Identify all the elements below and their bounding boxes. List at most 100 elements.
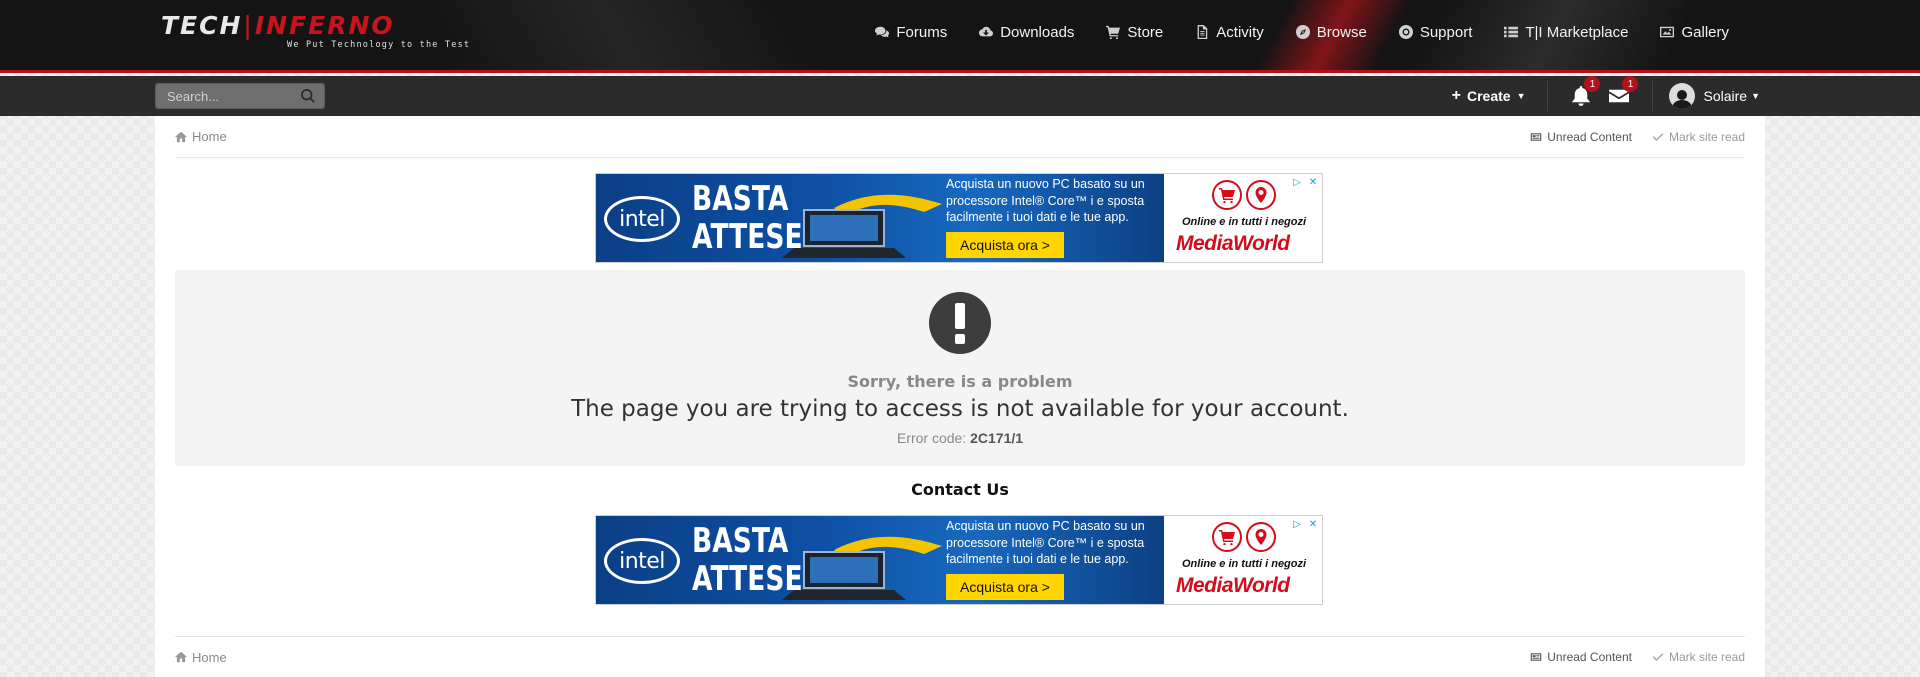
location-pin-icon	[1246, 180, 1276, 210]
logo-inferno: INFERNO	[254, 11, 395, 40]
nav-support[interactable]: Support	[1383, 0, 1489, 64]
cloud-download-icon	[979, 26, 994, 37]
nav-label: Downloads	[1000, 23, 1075, 41]
breadcrumb-actions: Unread Content Mark site read	[1530, 130, 1745, 144]
unread-content-label: Unread Content	[1547, 650, 1632, 664]
ad-store-brand: MediaWorld	[1176, 232, 1290, 255]
messages-badge: 1	[1622, 76, 1639, 92]
username: Solaire	[1703, 88, 1748, 104]
chevron-down-icon: ▼	[1516, 91, 1526, 101]
unread-content-link[interactable]: Unread Content	[1530, 130, 1632, 144]
adchoices-icon[interactable]: ▷	[1290, 175, 1304, 189]
list-icon	[1504, 26, 1519, 38]
ad-intel-logo: intel	[604, 538, 680, 584]
site-logo[interactable]: TECH|INFERNO We Put Technology to the Te…	[161, 10, 481, 54]
image-icon	[1660, 26, 1675, 38]
search-input[interactable]	[156, 84, 296, 108]
ad-store-icons	[1212, 180, 1276, 210]
newspaper-icon	[1530, 653, 1542, 661]
logo-wordmark: TECH|INFERNO	[161, 12, 395, 40]
nav-label: Forums	[896, 23, 948, 41]
ad-laptop-image	[782, 536, 942, 600]
contact-us-link[interactable]: Contact Us	[155, 480, 1765, 499]
ad-body-text: Acquista un nuovo PC basato su un proces…	[946, 177, 1145, 224]
checkmark-icon	[1652, 653, 1664, 662]
logo-tagline: We Put Technology to the Test	[287, 40, 471, 50]
nav-forums[interactable]: Forums	[859, 0, 963, 64]
messages-button[interactable]: 1	[1600, 76, 1639, 111]
nav-label: Support	[1419, 23, 1473, 41]
ad-cta-button[interactable]: Acquista ora >	[946, 574, 1064, 600]
chat-bubbles-icon	[875, 26, 890, 38]
nav-gallery[interactable]: Gallery	[1644, 0, 1745, 64]
error-panel: Sorry, there is a problem The page you a…	[175, 270, 1745, 466]
home-icon	[175, 651, 187, 663]
user-silhouette-icon	[1672, 90, 1693, 109]
user-bar: + Create ▼ 1 1 Solaire ▼	[0, 76, 1920, 116]
error-code-label: Error code:	[896, 430, 967, 446]
error-message: The page you are trying to access is not…	[571, 396, 1349, 422]
nav-label: T|I Marketplace	[1525, 23, 1629, 41]
mark-site-read-label: Mark site read	[1668, 129, 1745, 144]
nav-browse[interactable]: Browse	[1280, 0, 1383, 64]
logo-separator: |	[243, 11, 254, 40]
ad-cta-button[interactable]: Acquista ora >	[946, 232, 1064, 258]
cart-icon	[1212, 522, 1242, 552]
chevron-down-icon: ▼	[1751, 91, 1760, 101]
home-icon	[175, 131, 187, 142]
location-pin-icon	[1246, 522, 1276, 552]
nav-marketplace[interactable]: T|I Marketplace	[1488, 0, 1644, 64]
nav-label: Store	[1127, 23, 1164, 41]
checkmark-icon	[1652, 132, 1664, 141]
ad-banner-bottom[interactable]: intel BASTA ATTESE Acquista un nuovo PC …	[595, 515, 1323, 605]
breadcrumb-home-label: Home	[192, 129, 227, 144]
search-icon[interactable]	[301, 89, 315, 103]
ad-store-icons	[1212, 522, 1276, 552]
close-icon[interactable]: ✕	[1306, 517, 1320, 531]
cart-icon	[1212, 180, 1242, 210]
breadcrumb: Home Unread Content Mark site read	[175, 116, 1745, 158]
create-button[interactable]: + Create ▼	[1438, 81, 1549, 111]
ad-intel-logo: intel	[604, 196, 680, 242]
ad-banner-top[interactable]: intel BASTA ATTESE Acquista un nuovo PC …	[595, 173, 1323, 263]
create-label: Create	[1466, 88, 1511, 104]
mark-site-read-link[interactable]: Mark site read	[1652, 130, 1745, 144]
breadcrumb-home[interactable]: Home	[175, 650, 227, 665]
breadcrumb-footer: Home Unread Content Mark site read	[175, 636, 1745, 677]
close-icon[interactable]: ✕	[1306, 175, 1320, 189]
avatar	[1669, 83, 1696, 109]
search-box	[155, 83, 325, 109]
user-actions: + Create ▼ 1 1 Solaire ▼	[1438, 76, 1760, 116]
nav-activity[interactable]: Activity	[1179, 0, 1280, 64]
site-header: TECH|INFERNO We Put Technology to the Te…	[0, 0, 1920, 73]
ad-store-tagline: Online e in tutti i negozi	[1182, 216, 1307, 228]
unread-content-link[interactable]: Unread Content	[1530, 650, 1632, 664]
newspaper-icon	[1530, 132, 1542, 141]
exclamation-icon	[929, 292, 991, 354]
user-menu[interactable]: Solaire ▼	[1669, 83, 1760, 109]
ad-laptop-image	[782, 194, 942, 258]
error-code: Error code: 2C171/1	[175, 430, 1745, 446]
nav-label: Gallery	[1681, 23, 1729, 41]
mark-site-read-link[interactable]: Mark site read	[1652, 650, 1745, 664]
nav-label: Activity	[1216, 23, 1264, 41]
breadcrumb-home-label: Home	[192, 649, 227, 665]
compass-icon	[1295, 25, 1310, 39]
error-code-value: 2C171/1	[970, 430, 1024, 446]
error-subtitle: Sorry, there is a problem	[847, 372, 1073, 391]
shopping-cart-icon	[1106, 25, 1121, 39]
ad-choices[interactable]: ▷ ✕	[1290, 175, 1320, 189]
notifications-button[interactable]: 1	[1562, 76, 1601, 111]
breadcrumb-home[interactable]: Home	[175, 129, 227, 144]
notification-badge: 1	[1584, 76, 1601, 92]
nav-store[interactable]: Store	[1090, 0, 1179, 64]
ad-choices[interactable]: ▷ ✕	[1290, 517, 1320, 531]
adchoices-icon[interactable]: ▷	[1290, 517, 1304, 531]
nav-downloads[interactable]: Downloads	[963, 0, 1090, 64]
mark-site-read-label: Mark site read	[1668, 650, 1745, 664]
lifebuoy-icon	[1398, 25, 1413, 39]
logo-tech: TECH	[161, 11, 243, 40]
ad-store-tagline: Online e in tutti i negozi	[1182, 558, 1307, 570]
plus-icon: +	[1451, 87, 1461, 104]
ad-store-brand: MediaWorld	[1176, 574, 1290, 597]
